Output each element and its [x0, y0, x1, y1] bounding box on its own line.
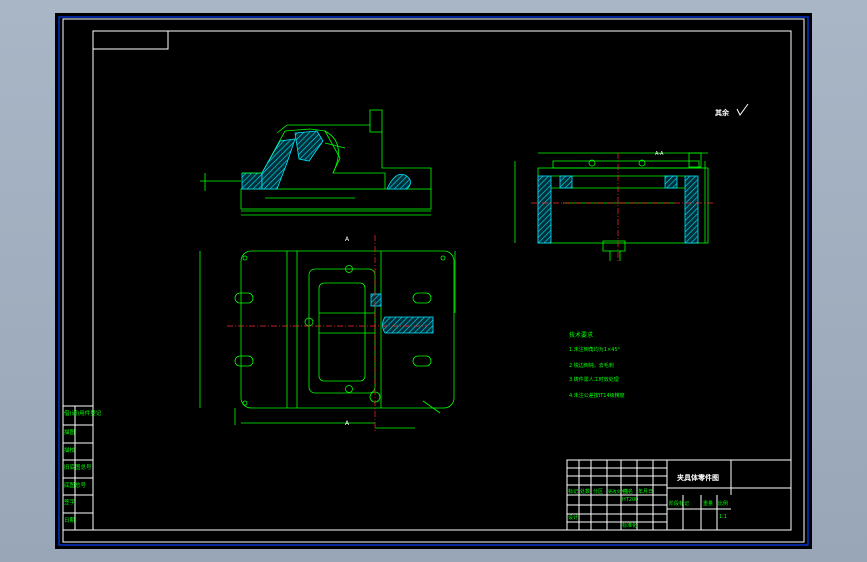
material-value: HT200	[622, 497, 638, 503]
tech-req-item-0: 1.未注倒角均为1×45°	[569, 346, 621, 353]
section-label-top: A	[345, 236, 350, 243]
section-label-bottom: A	[345, 420, 350, 427]
section-label-side: A-A	[655, 151, 664, 157]
stamp-row-0: 借(通)用件登记	[64, 409, 102, 417]
roughness-symbol-icon	[736, 103, 749, 116]
left-stamp-table: 借(通)用件登记 描图 描校 旧底图总号 底图总号 签字 日期	[62, 405, 102, 531]
stamp-row-3: 旧底图总号	[64, 463, 92, 471]
top-view-slot-left-2	[234, 355, 254, 367]
header-cell-5: 年月日	[638, 488, 653, 495]
tech-req-heading: 技术要求	[569, 331, 593, 339]
tech-req-item-2: 3.铸件需人工时效处理	[569, 376, 619, 383]
side-section-view	[514, 152, 709, 261]
technical-requirements: 技术要求 1.未注倒角均为1×45° 2.锐边倒钝，去毛刺 3.铸件需人工时效处…	[569, 331, 625, 399]
sign-cell-1: 标准化	[622, 522, 637, 529]
sheet-border	[62, 18, 805, 543]
engineering-drawing: 借(通)用件登记 描图 描校 旧底图总号 底图总号 签字 日期 夹具体零件图 标…	[58, 16, 809, 546]
roughness-note: 其余	[715, 103, 749, 117]
cad-viewport[interactable]: 借(通)用件登记 描图 描校 旧底图总号 底图总号 签字 日期 夹具体零件图 标…	[55, 13, 812, 549]
front-view	[200, 109, 432, 216]
header-cell-0: 标记	[568, 488, 578, 495]
tech-req-item-3: 4.未注公差按IT14级精度	[569, 392, 625, 399]
top-view-slot-left-1	[234, 292, 254, 304]
header-cell-2: 分区	[593, 488, 603, 495]
top-view	[199, 250, 456, 429]
stage-cell-1: 重量	[703, 500, 713, 507]
stamp-row-6: 日期	[64, 517, 76, 524]
top-view-slot-right-1	[412, 292, 432, 304]
header-cell-4: 签名	[623, 488, 633, 495]
stamp-row-2: 描校	[64, 446, 76, 454]
stage-cell-2: 比例	[718, 500, 728, 507]
scale-value: 1:1	[719, 514, 727, 520]
roughness-label: 其余	[715, 108, 730, 117]
drawing-frame	[92, 30, 792, 531]
title-block: 夹具体零件图 标记 处数 分区 更改文件号 签名 年月日 阶段标记 重量 比例 …	[566, 459, 792, 531]
stamp-row-5: 签字	[64, 498, 76, 506]
sheet-outer-frame	[58, 16, 809, 546]
stamp-row-1: 描图	[64, 428, 76, 436]
header-cell-1: 处数	[580, 488, 590, 495]
corner-code-box	[92, 30, 169, 50]
title-block-drawing-title: 夹具体零件图	[677, 473, 719, 482]
stamp-row-4: 底图总号	[64, 481, 87, 489]
stage-cell-0: 阶段标记	[669, 500, 689, 507]
tech-req-item-1: 2.锐边倒钝，去毛刺	[569, 362, 614, 369]
top-view-slot-right-2	[412, 355, 432, 367]
sign-cell-0: 设计	[568, 514, 578, 521]
